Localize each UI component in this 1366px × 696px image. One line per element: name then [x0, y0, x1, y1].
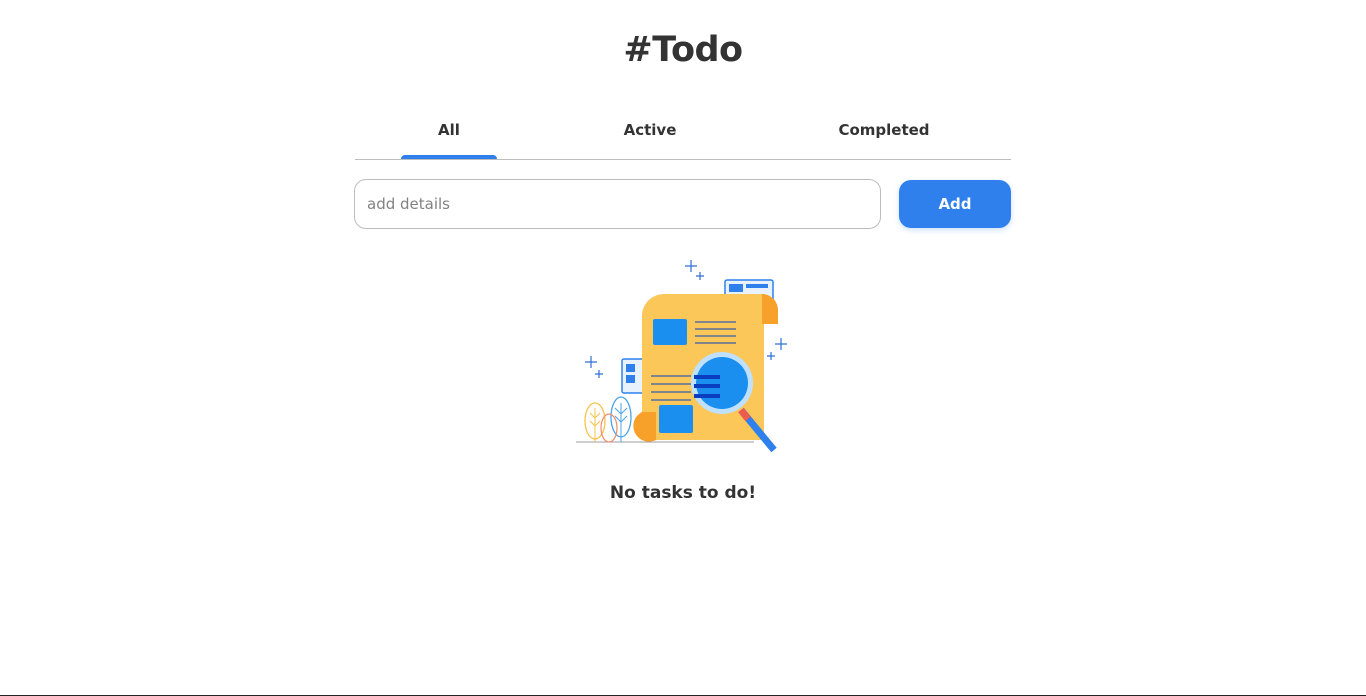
tab-all[interactable]: All — [401, 106, 497, 159]
tab-completed[interactable]: Completed — [824, 106, 944, 159]
empty-state-message: No tasks to do! — [609, 483, 757, 503]
active-tab-indicator — [401, 155, 497, 159]
page-title: #Todo — [623, 30, 743, 70]
document-search-illustration — [576, 256, 791, 456]
tab-bar: All Active Completed — [355, 106, 1011, 160]
document-search-icon — [576, 260, 787, 453]
add-button[interactable]: Add — [899, 180, 1011, 228]
add-details-input[interactable] — [354, 179, 881, 229]
tab-active[interactable]: Active — [590, 106, 710, 159]
